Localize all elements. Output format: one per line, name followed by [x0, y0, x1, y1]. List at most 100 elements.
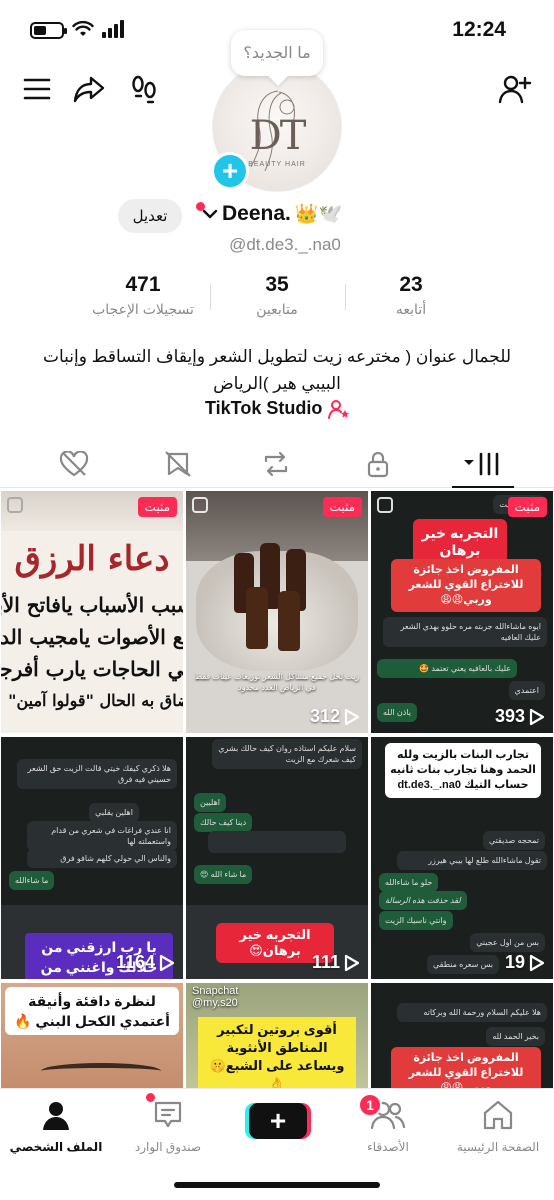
stat-followers[interactable]: 35 متابعين — [212, 273, 342, 318]
nav-home[interactable]: الصفحة الرئيسية — [443, 1099, 553, 1154]
repost-icon — [264, 451, 288, 477]
stat-divider — [210, 284, 211, 310]
add-friend-icon[interactable] — [498, 72, 532, 106]
play-icon — [159, 954, 175, 971]
share-icon[interactable] — [72, 72, 106, 106]
view-count-value: 19 — [504, 952, 525, 972]
whats-new-bubble[interactable]: ما الجديد؟ — [231, 30, 323, 76]
video-tile[interactable]: هلا عليكم السلام ورحمة الله وبركاته بخير… — [371, 983, 553, 1088]
snapchat-label: Snapchat @my.s20 — [192, 985, 238, 1009]
nav-profile[interactable]: الملف الشخصي — [1, 1099, 111, 1154]
chat-message: اهليين — [194, 793, 227, 812]
stat-label: أتابعه — [395, 301, 427, 317]
stat-label: متابعين — [256, 301, 298, 317]
video-yellow-text: أقوى بروتين لتكبير المناطق الأنثوية ويسا… — [198, 1017, 356, 1088]
chat-message: حلو ما شاءالله — [379, 873, 439, 892]
view-count-value: 312 — [309, 706, 340, 726]
signal-icon — [102, 20, 124, 38]
video-white-text: لنظرة دافئة وأنيقة أعتمدي الكحل البني 🔥 — [5, 987, 179, 1035]
pinned-badge: مثبت — [322, 497, 362, 517]
video-tile[interactable]: هلا ذكري كيفك خيتي قالت الزيت حق الشعر ح… — [1, 737, 183, 979]
video-tag-sub: المفروض اخذ جائزة للاختراع القوي للشعر و… — [391, 1047, 541, 1088]
view-count-value: 111 — [311, 952, 340, 972]
inbox-dot — [146, 1093, 155, 1102]
create-button[interactable]: + — [249, 1103, 307, 1139]
tab-reposts[interactable] — [258, 448, 294, 480]
bottle-shape — [246, 587, 268, 649]
video-tile[interactable]: تجارب البنات بالزيت ولله الحمد وهنا تجار… — [371, 737, 553, 979]
tab-videos[interactable] — [462, 448, 504, 480]
add-story-button[interactable]: + — [211, 152, 249, 190]
chat-message: اهلين يقلبي — [89, 803, 139, 822]
profile-icon — [43, 1102, 69, 1130]
edit-profile-label: تعديل — [132, 208, 168, 225]
video-caption: زيت لحل جميع مشاكل الشعر توزيعات عينات ف… — [194, 672, 360, 692]
nav-friends[interactable]: الأصدقاء — [333, 1099, 443, 1154]
play-icon — [344, 708, 360, 725]
nav-label: الصفحة الرئيسية — [456, 1140, 540, 1154]
stat-value: 35 — [265, 273, 289, 296]
tab-private[interactable] — [360, 448, 396, 480]
chat-message: وانتي ناسيك الزيت — [379, 911, 453, 930]
studio-user-star-icon — [328, 399, 350, 419]
stat-following[interactable]: 23 أتابعه — [346, 273, 476, 318]
video-tile[interactable]: Snapchat @my.s20 أقوى بروتين لتكبير المن… — [186, 983, 368, 1088]
video-tile[interactable]: دعاء الرزق يامسبب الأسباب يافاتح الأبو س… — [1, 491, 183, 733]
view-count: 111 — [312, 952, 360, 973]
whats-new-text: ما الجديد؟ — [243, 45, 311, 62]
view-count-value: 393 — [494, 706, 525, 726]
view-count: 393 — [495, 706, 545, 727]
snapchat-user: Snapchat — [192, 985, 239, 997]
video-tag-sub: المفروض اخذ جائزة للاختراع القوي للشعر و… — [391, 559, 541, 612]
nav-label: الملف الشخصي — [9, 1140, 103, 1154]
edit-profile-button[interactable]: تعديل — [118, 199, 182, 233]
chat-message: اعتمدي — [508, 681, 545, 700]
lock-icon — [367, 451, 389, 478]
tiktok-studio-link[interactable]: TikTok Studio — [205, 398, 350, 419]
battery-icon — [30, 22, 67, 39]
select-checkbox[interactable] — [7, 497, 23, 513]
profile-bio: للجمال عنوان ( مخترعه زيت لتطويل الشعر و… — [42, 347, 512, 393]
chevron-down-icon — [202, 209, 218, 219]
dua-line: من ضاق به الحال "قولوا آمين" — [8, 691, 183, 710]
stat-likes[interactable]: 471 تسجيلات الإعجاب — [78, 273, 208, 318]
chat-message: تقول ماشاءالله طلع لها بيبي هيرزر — [397, 851, 547, 870]
inbox-icon — [154, 1101, 182, 1128]
video-tile[interactable]: لنظرة دافئة وأنيقة أعتمدي الكحل البني 🔥 — [1, 983, 183, 1088]
chat-message: بس من اول عجبني — [470, 933, 545, 952]
footprints-icon[interactable] — [127, 72, 161, 106]
select-checkbox[interactable] — [192, 497, 208, 513]
name-emojis: 👑🕊️ — [294, 204, 343, 225]
tab-favorites[interactable] — [160, 448, 196, 480]
chat-message: عليك بالعافيه يعني تعتمد 🤩 — [377, 659, 517, 678]
chat-message: ما شاء الله 😍 — [194, 865, 253, 884]
video-tile[interactable]: سلام عليكم استاذه روان كيف حالك بشري كيف… — [186, 737, 368, 979]
display-name-row[interactable]: Deena. 👑🕊️ — [202, 202, 342, 226]
menu-icon[interactable] — [20, 72, 54, 106]
voice-message — [208, 831, 346, 853]
nav-inbox[interactable]: صندوق الوارد — [113, 1099, 223, 1154]
home-icon — [483, 1100, 513, 1130]
chat-message: دينا كيف حالك — [194, 813, 253, 832]
chat-message: ايوه ماشاءالله جربته مره حلوو بهدي الشعر… — [383, 617, 547, 647]
play-icon — [529, 954, 545, 971]
tab-liked[interactable] — [56, 448, 92, 480]
pinned-badge: مثبت — [137, 497, 177, 517]
dua-line: سامع الأصوات يامجيب الدعوات — [1, 625, 183, 649]
chat-message: انا عندي فراغات في شعري من قدام واستعملت… — [27, 821, 177, 851]
videos-grid-icon — [464, 452, 499, 476]
play-icon — [344, 954, 360, 971]
view-count-value: 1164 — [115, 952, 155, 972]
chat-message: تمحجه صديقتي — [482, 831, 545, 850]
nav-label: الأصدقاء — [367, 1140, 409, 1154]
video-tile[interactable]: جربي الزيت التجربه خير برهان المفروض اخذ… — [371, 491, 553, 733]
chat-message: والناس الي حولي كلهم شافو فرق — [27, 849, 177, 868]
stat-divider — [345, 284, 346, 310]
select-checkbox[interactable] — [377, 497, 393, 513]
video-tile[interactable]: زيت لحل جميع مشاكل الشعر توزيعات عينات ف… — [186, 491, 368, 733]
snapchat-handle: @my.s20 — [192, 997, 238, 1009]
pinned-badge: مثبت — [507, 497, 547, 517]
friends-badge: 1 — [358, 1093, 382, 1117]
chat-message: لقد حذفت هذه الرسالة — [379, 891, 467, 910]
tiktok-studio-label: TikTok Studio — [205, 398, 323, 418]
